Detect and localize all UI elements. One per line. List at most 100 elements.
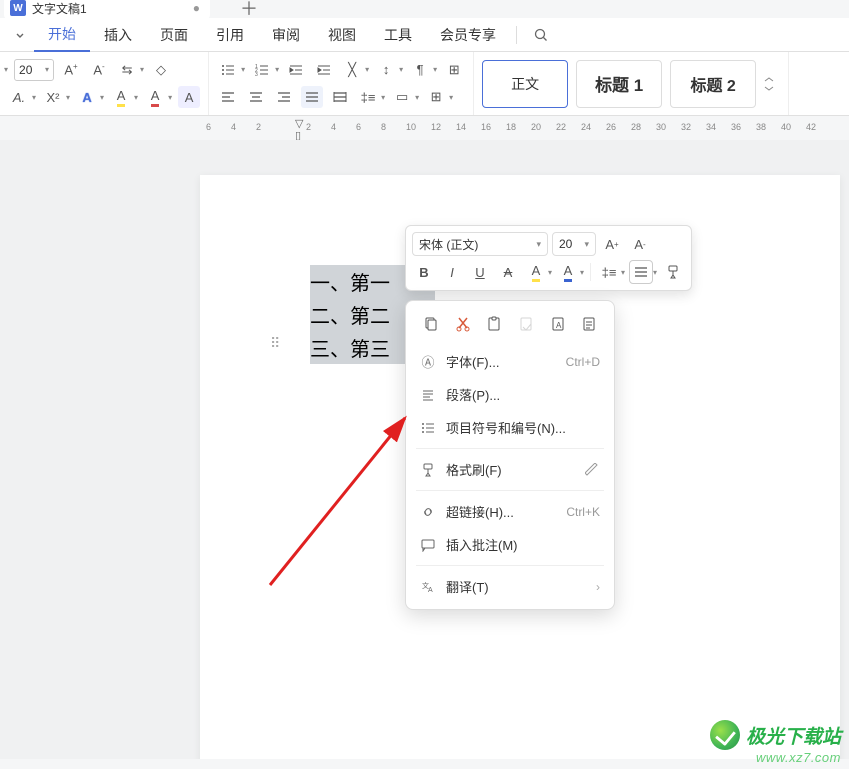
mini-toolbar: 宋体 (正文) ▾ 20 ▾ A+ A- B I U A A▾ A▾ ‡≡▾ ▾: [405, 225, 692, 291]
symbol-button[interactable]: ¶: [409, 59, 431, 81]
mini-align-button[interactable]: [629, 260, 653, 284]
menu-reference[interactable]: 引用: [202, 19, 258, 51]
ctx-copy-button[interactable]: [418, 311, 444, 337]
mini-underline-button[interactable]: U: [468, 260, 492, 284]
menu-page[interactable]: 页面: [146, 19, 202, 51]
menu-tools[interactable]: 工具: [370, 19, 426, 51]
ctx-cut-button[interactable]: [450, 311, 476, 337]
align-left-button[interactable]: [217, 86, 239, 108]
ctx-paste-button[interactable]: [481, 311, 507, 337]
chev-icon[interactable]: ▾: [241, 65, 245, 74]
ctx-paste-format-button[interactable]: [576, 311, 602, 337]
mini-italic-button[interactable]: I: [440, 260, 464, 284]
mini-bold-button[interactable]: B: [412, 260, 436, 284]
chev-icon[interactable]: ▾: [100, 93, 104, 102]
change-case-button[interactable]: ⇆: [116, 59, 138, 81]
chev-icon[interactable]: ▾: [548, 268, 552, 277]
canvas-area: 一、第一 二、第二 三、第三 ⠿ 宋体 (正文) ▾ 20 ▾ A+ A- B: [0, 140, 849, 759]
numbering-button[interactable]: 123: [251, 59, 273, 81]
style-normal[interactable]: 正文: [482, 60, 568, 108]
text-effects-button[interactable]: A: [76, 86, 98, 108]
subscript-button[interactable]: A.: [8, 86, 30, 108]
menu-view[interactable]: 视图: [314, 19, 370, 51]
char-scale-button[interactable]: ╳: [341, 59, 363, 81]
chev-icon[interactable]: ▾: [140, 65, 144, 74]
mini-font-name-combo[interactable]: 宋体 (正文) ▾: [412, 232, 548, 256]
ctx-bullets-item[interactable]: 项目符号和编号(N)...: [406, 411, 614, 444]
ruler-left-indent-marker[interactable]: ▯: [295, 129, 301, 140]
menu-search-icon[interactable]: [523, 21, 559, 49]
comment-icon: [420, 537, 436, 553]
align-distributed-button[interactable]: [329, 86, 351, 108]
chev-icon[interactable]: ▾: [399, 65, 403, 74]
chev-icon[interactable]: ▾: [32, 93, 36, 102]
mini-line-spacing-button[interactable]: ‡≡: [597, 260, 621, 284]
style-heading1[interactable]: 标题 1: [576, 60, 662, 108]
doc-tab[interactable]: W 文字文稿1 ●: [4, 0, 210, 19]
gallery-more-button[interactable]: [764, 77, 780, 91]
chev-icon[interactable]: ▾: [433, 65, 437, 74]
mini-highlight-button[interactable]: A: [524, 260, 548, 284]
align-center-button[interactable]: [245, 86, 267, 108]
menu-member[interactable]: 会员专享: [426, 19, 510, 51]
borders-button[interactable]: ⊞: [425, 86, 447, 108]
mini-font-grow-button[interactable]: A+: [600, 232, 624, 256]
chev-icon[interactable]: ▾: [275, 65, 279, 74]
superscript-button[interactable]: X²: [42, 86, 64, 108]
chev-icon[interactable]: ▾: [653, 268, 657, 277]
menu-start[interactable]: 开始: [34, 18, 90, 52]
ctx-hyperlink-item[interactable]: 超链接(H)... Ctrl+K: [406, 495, 614, 528]
chev-icon[interactable]: ▾: [168, 93, 172, 102]
ctx-font-item[interactable]: Ⓐ 字体(F)... Ctrl+D: [406, 345, 614, 378]
font-size-combo[interactable]: 20 ▾: [14, 59, 54, 81]
drag-handle-icon[interactable]: ⠿: [270, 335, 282, 352]
align-right-button[interactable]: [273, 86, 295, 108]
mini-font-color-button[interactable]: A: [556, 260, 580, 284]
ctx-paste-special-button[interactable]: [513, 311, 539, 337]
chev-icon[interactable]: ▾: [66, 93, 70, 102]
char-shading-button[interactable]: A: [178, 86, 200, 108]
align-justify-button[interactable]: [301, 86, 323, 108]
chev-icon[interactable]: ▾: [134, 93, 138, 102]
ruler-tick: 2: [306, 122, 311, 132]
chev-icon[interactable]: ▾: [365, 65, 369, 74]
font-name-chev-icon[interactable]: ▾: [4, 65, 8, 74]
sort-button[interactable]: ↕: [375, 59, 397, 81]
mini-font-shrink-button[interactable]: A-: [628, 232, 652, 256]
increase-indent-button[interactable]: [313, 59, 335, 81]
clear-format-button[interactable]: ◇: [150, 59, 172, 81]
ctx-comment-item[interactable]: 插入批注(M): [406, 528, 614, 561]
line-spacing-button[interactable]: ‡≡: [357, 86, 379, 108]
ctx-paragraph-item[interactable]: 段落(P)...: [406, 378, 614, 411]
show-marks-button[interactable]: ⊞: [443, 59, 465, 81]
ruler-tick: 6: [206, 122, 211, 132]
menu-insert[interactable]: 插入: [90, 19, 146, 51]
bullets-button[interactable]: [217, 59, 239, 81]
ruler[interactable]: ▽ ▯ 642246810121416182022242628303234363…: [200, 116, 849, 140]
chev-icon[interactable]: ▾: [381, 93, 385, 102]
chev-icon[interactable]: ▾: [621, 268, 625, 277]
font-shrink-button[interactable]: A-: [88, 59, 110, 81]
style-heading2[interactable]: 标题 2: [670, 60, 756, 108]
mini-format-painter-button[interactable]: [661, 260, 685, 284]
shading-button[interactable]: ▭: [391, 86, 413, 108]
highlight-button[interactable]: A: [110, 86, 132, 108]
ruler-tick: 24: [581, 122, 591, 132]
menu-collapse-icon[interactable]: [6, 23, 34, 47]
decrease-indent-button[interactable]: [285, 59, 307, 81]
mini-font-size-combo[interactable]: 20 ▾: [552, 232, 596, 256]
tab-close-icon[interactable]: ●: [193, 1, 200, 15]
font-grow-button[interactable]: A+: [60, 59, 82, 81]
mini-strike-button[interactable]: A: [496, 260, 520, 284]
chev-icon[interactable]: ▾: [580, 268, 584, 277]
ctx-translate-item[interactable]: 文A 翻译(T) ›: [406, 570, 614, 603]
menu-review[interactable]: 审阅: [258, 19, 314, 51]
chev-icon[interactable]: ▾: [449, 93, 453, 102]
chev-icon[interactable]: ▾: [415, 93, 419, 102]
svg-text:A: A: [556, 321, 562, 330]
ctx-format-painter-item[interactable]: 格式刷(F): [406, 453, 614, 486]
separator: [590, 263, 591, 281]
document-page[interactable]: 一、第一 二、第二 三、第三 ⠿ 宋体 (正文) ▾ 20 ▾ A+ A- B: [200, 175, 840, 759]
font-color-button[interactable]: A: [144, 86, 166, 108]
ctx-paste-text-button[interactable]: A: [545, 311, 571, 337]
